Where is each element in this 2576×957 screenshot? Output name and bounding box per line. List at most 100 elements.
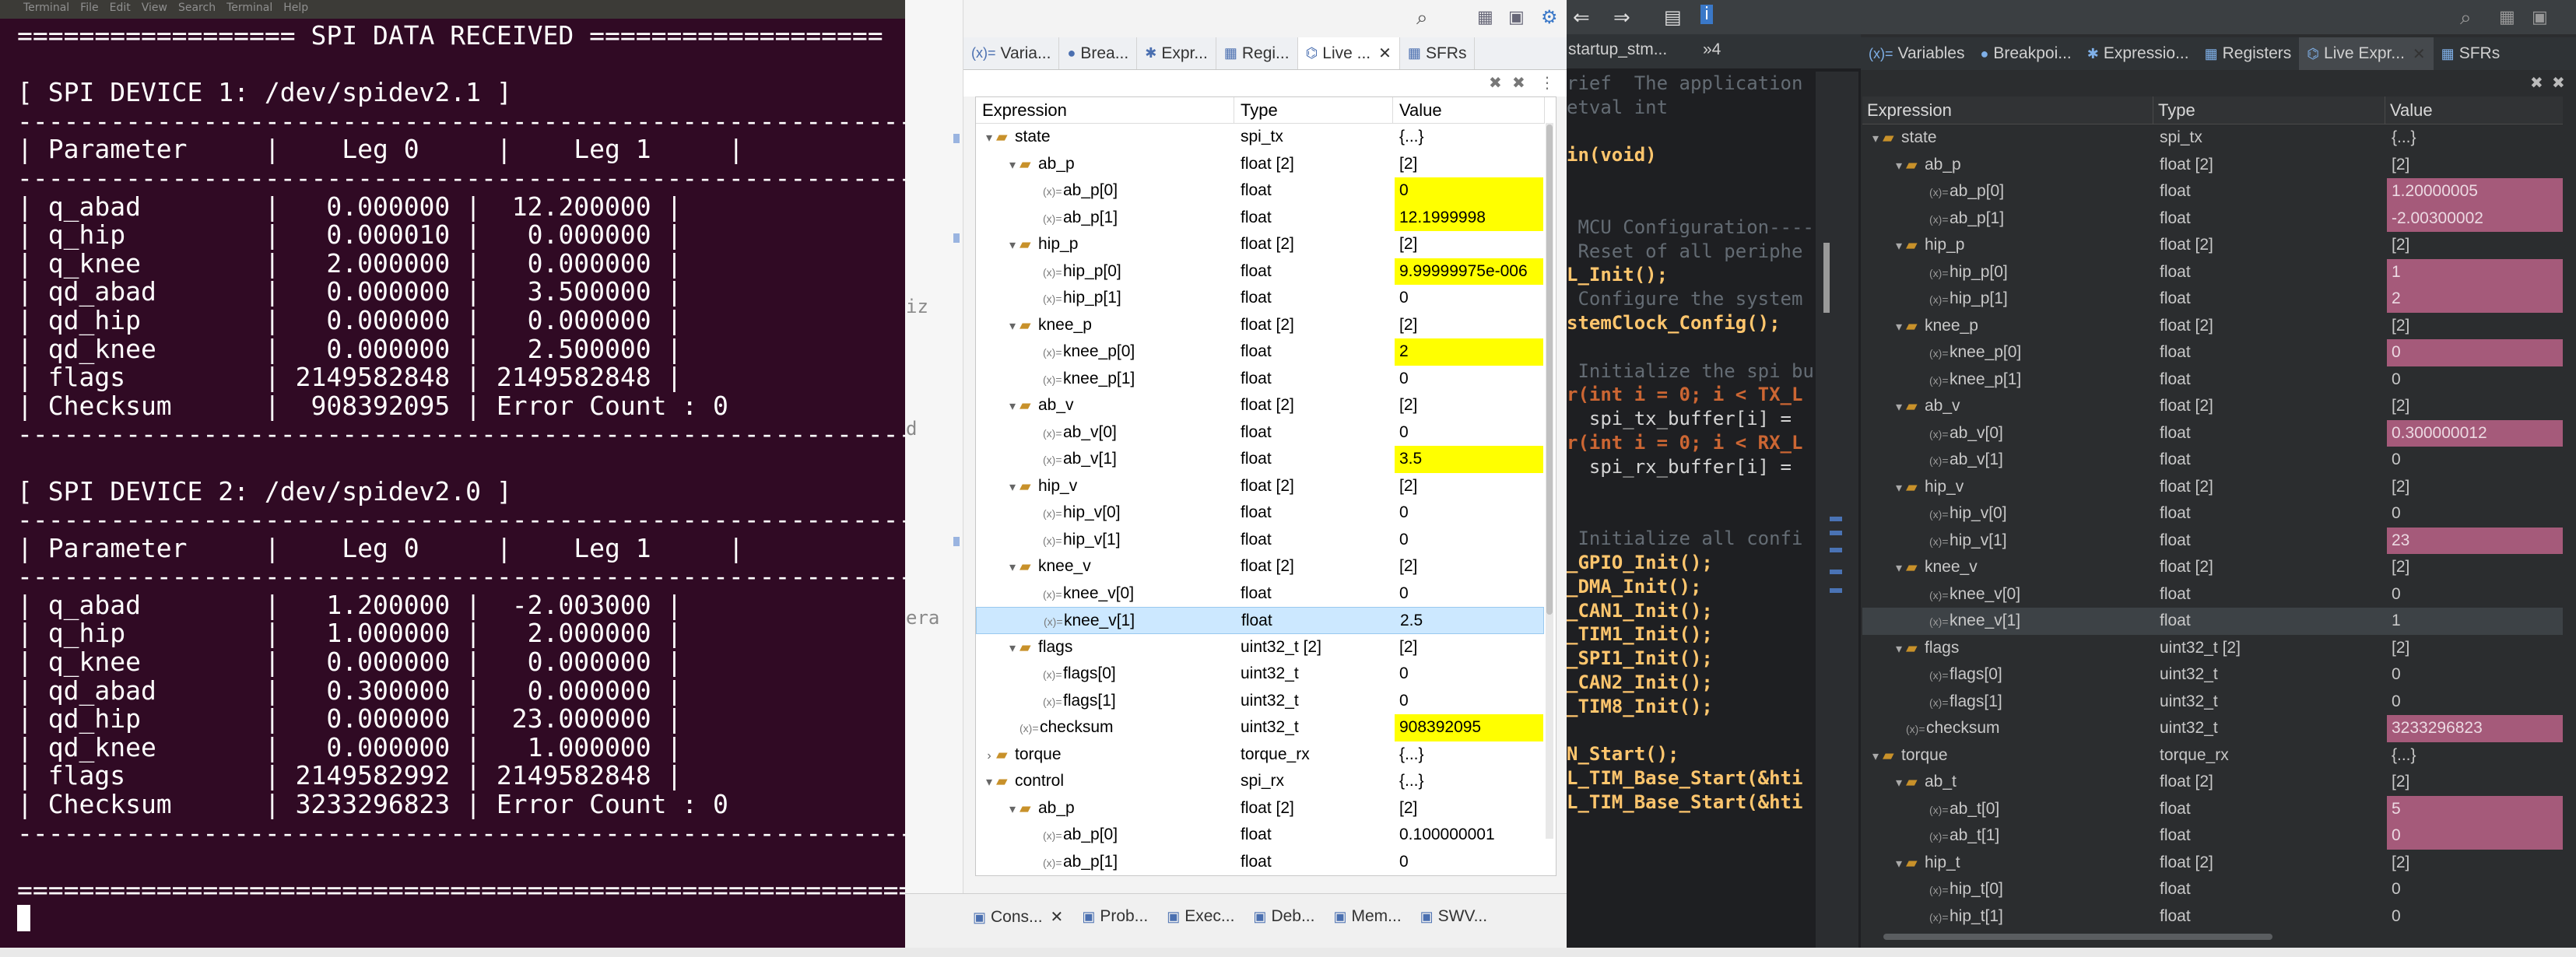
- expression-row[interactable]: (x)=flags[0] uint32_t 0: [1862, 661, 2563, 689]
- expression-row[interactable]: (x)=knee_p[1] float 0: [976, 366, 1544, 393]
- expression-cell[interactable]: ▾ ▰ ab_v: [1892, 393, 2153, 420]
- expand-toggle-icon[interactable]: ▾: [1869, 744, 1883, 769]
- expression-cell[interactable]: ▾ ▰ ab_v: [1005, 392, 1234, 419]
- expression-row[interactable]: ▾ ▰ ab_p float [2] [2]: [976, 795, 1544, 822]
- expand-toggle-icon[interactable]: ▾: [982, 769, 996, 795]
- value-cell[interactable]: 5: [2387, 795, 2563, 822]
- column-header-expression[interactable]: Expression: [1862, 96, 2153, 124]
- value-cell[interactable]: 23: [2387, 527, 2563, 554]
- expression-row[interactable]: (x)=knee_v[0] float 0: [976, 580, 1544, 608]
- expression-row[interactable]: ▾ ▰ hip_p float [2] [2]: [1862, 232, 2563, 259]
- expand-toggle-icon[interactable]: ▾: [1892, 851, 1906, 877]
- search-icon[interactable]: ⌕: [1416, 6, 1428, 30]
- expand-toggle-icon[interactable]: ▾: [1892, 475, 1906, 501]
- expression-row[interactable]: ▾ ▰ ab_t float [2] [2]: [1862, 769, 2563, 796]
- expression-cell[interactable]: ▾ ▰ hip_p: [1005, 231, 1234, 258]
- value-cell[interactable]: [2]: [1395, 231, 1543, 258]
- column-header-value[interactable]: Value: [2385, 96, 2563, 124]
- expression-row[interactable]: (x)=ab_v[1] float 0: [1862, 447, 2563, 474]
- expression-row[interactable]: (x)=flags[0] uint32_t 0: [976, 661, 1544, 688]
- code-line[interactable]: [1567, 503, 1816, 527]
- code-line[interactable]: Configure the system: [1567, 287, 1816, 311]
- value-cell[interactable]: 0: [2387, 661, 2563, 689]
- expression-cell[interactable]: ▾ ▰ state: [982, 124, 1234, 151]
- expression-cell[interactable]: ▾ ▰ ab_t: [1892, 769, 2153, 796]
- code-line[interactable]: L_TIM_Base_Start(&hti: [1567, 790, 1816, 815]
- expression-cell[interactable]: (x)=hip_p[0]: [1915, 259, 2153, 286]
- expand-toggle-icon[interactable]: ▾: [1005, 152, 1020, 178]
- value-cell[interactable]: [2]: [1395, 151, 1543, 178]
- value-cell[interactable]: [2]: [1395, 795, 1543, 822]
- expression-row[interactable]: (x)=ab_v[0] float 0.300000012: [1862, 419, 2563, 447]
- expression-row[interactable]: (x)=ab_t[0] float 5: [1862, 795, 2563, 822]
- forward-arrow-icon[interactable]: ⇒: [1613, 6, 1630, 30]
- expand-toggle-icon[interactable]: ▾: [982, 125, 996, 151]
- value-cell[interactable]: [2]: [2387, 393, 2563, 420]
- value-cell[interactable]: {...}: [1395, 768, 1543, 795]
- center-scroll-thumb[interactable]: [1546, 124, 1553, 615]
- value-cell[interactable]: [2]: [1395, 473, 1543, 500]
- view-menu-icon[interactable]: ⋮: [1539, 73, 1555, 92]
- view-tab-expr[interactable]: ✱ Expr...: [1137, 37, 1216, 69]
- code-tab[interactable]: »4: [1703, 40, 1721, 59]
- expand-toggle-icon[interactable]: ▾: [1892, 314, 1906, 340]
- column-header-value[interactable]: Value: [1393, 97, 1545, 124]
- expression-cell[interactable]: (x)=checksum: [1892, 715, 2153, 742]
- view-tab-sfrs[interactable]: ▦ SFRs: [1400, 37, 1476, 69]
- view-tab-brea[interactable]: ● Brea...: [1059, 37, 1138, 69]
- expression-row[interactable]: ▾ ▰ knee_v float [2] [2]: [1862, 554, 2563, 581]
- value-cell[interactable]: 0: [2387, 822, 2563, 850]
- value-cell[interactable]: [2]: [2387, 850, 2563, 877]
- expression-row[interactable]: (x)=knee_v[1] float 1: [1862, 608, 2563, 635]
- expression-cell[interactable]: ▾ ▰ knee_v: [1005, 553, 1234, 580]
- code-line[interactable]: [1567, 120, 1816, 144]
- column-header-expression[interactable]: Expression: [976, 97, 1234, 124]
- expression-cell[interactable]: (x)=ab_t[1]: [1915, 822, 2153, 850]
- expression-row[interactable]: (x)=hip_t[0] float 0: [1862, 876, 2563, 903]
- code-line[interactable]: r(int i = 0; i < TX_L: [1567, 383, 1816, 407]
- code-line[interactable]: Initialize the spi bu: [1567, 359, 1816, 384]
- code-line[interactable]: Reset of all periphe: [1567, 240, 1816, 264]
- expression-cell[interactable]: (x)=flags[1]: [1915, 689, 2153, 716]
- expand-toggle-icon[interactable]: ▾: [1892, 233, 1906, 259]
- expand-toggle-icon[interactable]: ▾: [1892, 394, 1906, 420]
- ruler-marker[interactable]: [1830, 570, 1842, 574]
- view-tab-liveexpr[interactable]: ⌬ Live Expr... ✕: [2299, 37, 2434, 70]
- code-line[interactable]: MCU Configuration----: [1567, 216, 1816, 240]
- code-line[interactable]: _DMA_Init();: [1567, 575, 1816, 599]
- value-cell[interactable]: 0: [1395, 177, 1543, 205]
- value-cell[interactable]: 0.300000012: [2387, 419, 2563, 447]
- code-line[interactable]: _CAN2_Init();: [1567, 671, 1816, 695]
- expression-cell[interactable]: (x)=hip_v[1]: [1029, 527, 1234, 554]
- bottom-tab[interactable]: ▣ Prob...: [1072, 907, 1157, 926]
- code-line[interactable]: rief The application: [1567, 72, 1816, 96]
- expression-cell[interactable]: (x)=ab_v[0]: [1915, 420, 2153, 447]
- expand-toggle-icon[interactable]: ▾: [1005, 475, 1020, 500]
- expression-row[interactable]: (x)=hip_v[0] float 0: [1862, 500, 2563, 528]
- view-tab-live[interactable]: ⌬ Live ... ✕: [1297, 37, 1400, 69]
- expression-cell[interactable]: (x)=knee_p[0]: [1029, 338, 1234, 366]
- view-tab-variables[interactable]: (x)= Variables: [1861, 37, 1973, 70]
- expression-row[interactable]: (x)=hip_v[0] float 0: [976, 500, 1544, 527]
- expression-row[interactable]: ▾ ▰ torque torque_rx {...}: [1862, 742, 2563, 769]
- expression-cell[interactable]: (x)=ab_p[0]: [1029, 177, 1234, 205]
- expression-row[interactable]: (x)=hip_t[1] float 0: [1862, 903, 2563, 931]
- expression-cell[interactable]: (x)=hip_p[1]: [1915, 286, 2153, 313]
- expression-row[interactable]: (x)=ab_t[1] float 0: [1862, 822, 2563, 850]
- expression-cell[interactable]: ▾ ▰ ab_p: [1005, 795, 1234, 822]
- expression-cell[interactable]: (x)=ab_v[1]: [1915, 447, 2153, 474]
- remove-expression-icon[interactable]: ✖: [1489, 73, 1502, 92]
- column-header-type[interactable]: Type: [2153, 96, 2385, 124]
- expression-cell[interactable]: (x)=knee_v[0]: [1029, 580, 1234, 608]
- expression-cell[interactable]: (x)=ab_v[1]: [1029, 446, 1234, 473]
- expression-cell[interactable]: (x)=ab_p[1]: [1915, 205, 2153, 233]
- expression-row[interactable]: ▾ ▰ knee_v float [2] [2]: [976, 553, 1544, 580]
- expression-cell[interactable]: ▾ ▰ hip_v: [1005, 473, 1234, 500]
- pin-editor-icon[interactable]: ▤: [1664, 6, 1682, 28]
- close-tab-icon[interactable]: ✕: [2413, 44, 2426, 64]
- bottom-tab[interactable]: ▣ Mem...: [1324, 907, 1410, 926]
- code-line[interactable]: spi_rx_buffer[i] =: [1567, 455, 1816, 479]
- expression-row[interactable]: (x)=hip_p[1] float 0: [976, 285, 1544, 312]
- value-cell[interactable]: [2]: [1395, 312, 1543, 339]
- expand-toggle-icon[interactable]: ▾: [1869, 126, 1883, 152]
